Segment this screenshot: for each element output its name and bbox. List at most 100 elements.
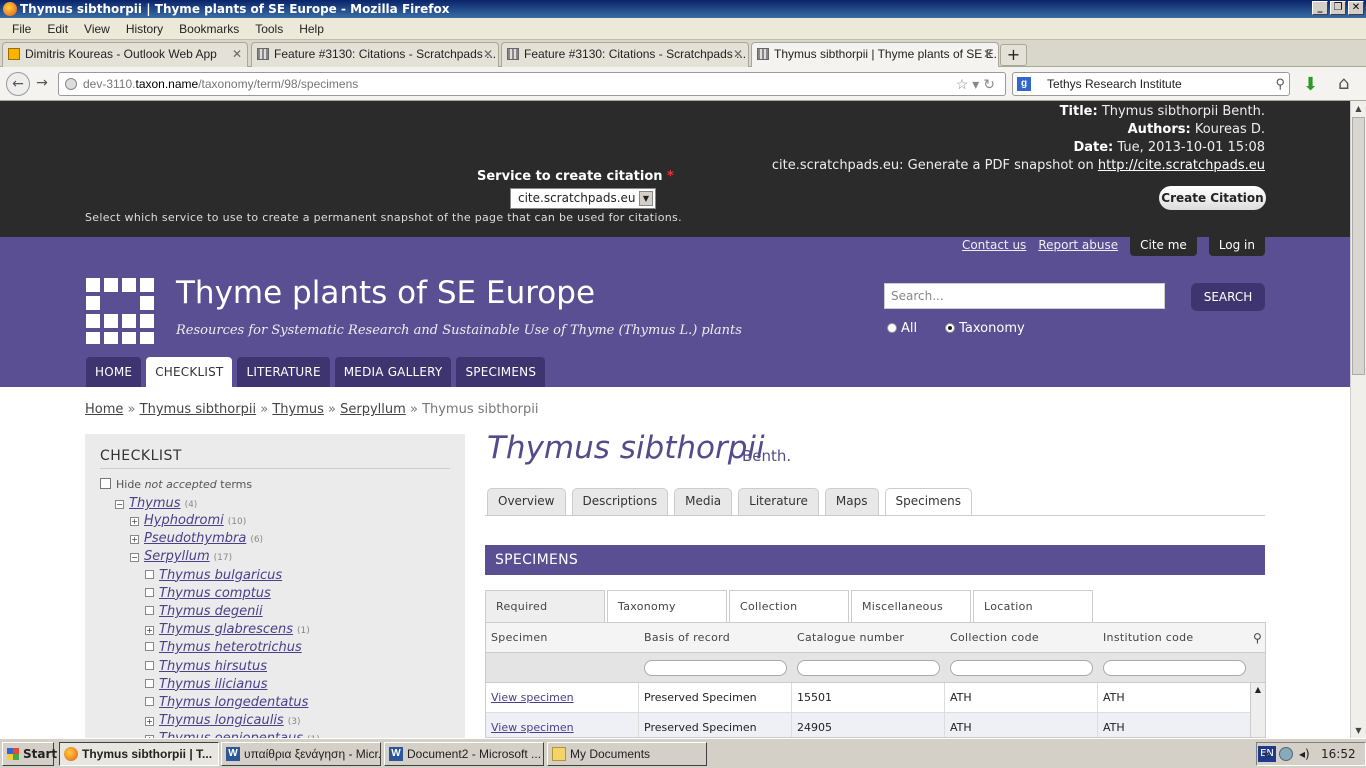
tree-item[interactable]: + Pseudothymbra (6) (130, 531, 263, 546)
network-icon[interactable] (1279, 747, 1293, 761)
tab-maps[interactable]: Maps (824, 488, 879, 515)
collapse-icon[interactable]: − (115, 500, 124, 509)
tab-outlook[interactable]: Dimitris Koureas - Outlook Web App ✕ (2, 42, 248, 67)
scroll-down-icon[interactable]: ▼ (1351, 723, 1366, 738)
breadcrumb-home[interactable]: Home (85, 402, 123, 417)
close-tab-icon[interactable]: ✕ (232, 43, 242, 66)
tree-item[interactable]: + Thymus glabrescens (1) (145, 622, 310, 637)
col-collection-code[interactable]: Collection code (945, 623, 1095, 653)
create-citation-button[interactable]: Create Citation (1159, 186, 1266, 210)
minimize-button[interactable]: _ (1312, 1, 1328, 15)
tab-literature[interactable]: Literature (738, 488, 819, 515)
menu-view[interactable]: View (76, 22, 118, 36)
dropdown-arrow-icon[interactable]: ▼ (639, 191, 653, 206)
tree-item-link[interactable]: Thymus longicaulis (159, 713, 284, 728)
task-word-1[interactable]: W υπαίθρια ξενάγηση - Micr... (221, 742, 381, 766)
nav-specimens[interactable]: SPECIMENS (456, 357, 546, 387)
contact-us-link[interactable]: Contact us (962, 238, 1026, 252)
clock[interactable]: 16:52 (1321, 743, 1356, 765)
tree-item-link[interactable]: Serpyllum (144, 549, 210, 564)
site-search-button[interactable]: SEARCH (1191, 283, 1265, 311)
bookmark-star-icon[interactable]: ☆▾↻ (956, 73, 999, 95)
restore-button[interactable]: ❐ (1330, 1, 1346, 15)
log-in-button[interactable]: Log in (1208, 234, 1265, 256)
tree-item[interactable]: +Thymus oeniopentaus(1) (145, 731, 320, 738)
tree-item-link[interactable]: Thymus glabrescens (159, 622, 293, 637)
tab-descriptions[interactable]: Descriptions (571, 488, 669, 515)
grid-scrollbar[interactable]: ▲ (1250, 683, 1265, 737)
tab-feature-2[interactable]: Feature #3130: Citations - Scratchpads .… (501, 42, 749, 67)
close-tab-icon[interactable]: ✕ (983, 43, 993, 66)
subtab-collection[interactable]: Collection (729, 590, 849, 622)
breadcrumb-thymus[interactable]: Thymus (272, 402, 324, 417)
page-scrollbar[interactable]: ▲ ▼ (1350, 101, 1366, 738)
close-tab-icon[interactable]: ✕ (733, 43, 743, 66)
tree-item-link[interactable]: Hyphodromi (144, 513, 224, 528)
checkbox-icon[interactable] (100, 478, 111, 489)
site-name[interactable]: Thyme plants of SE Europe (176, 275, 595, 311)
tab-overview[interactable]: Overview (487, 488, 566, 515)
tree-item-link[interactable]: Thymus comptus (159, 586, 271, 601)
menu-bookmarks[interactable]: Bookmarks (171, 22, 247, 36)
filter-collection-input[interactable] (950, 660, 1093, 676)
nav-literature[interactable]: LITERATURE (237, 357, 330, 387)
tree-item-link[interactable]: Thymus (129, 496, 181, 511)
radio-taxonomy[interactable]: Taxonomy (945, 321, 1025, 336)
menu-file[interactable]: File (4, 22, 39, 36)
nav-checklist[interactable]: CHECKLIST (146, 357, 233, 387)
nav-home[interactable]: HOME (86, 357, 142, 387)
breadcrumb-thymus-sibthorpii[interactable]: Thymus sibthorpii (140, 402, 256, 417)
column-search-icon[interactable]: ⚲ (1248, 623, 1265, 653)
tree-item-link[interactable]: Pseudothymbra (144, 531, 246, 546)
expand-icon[interactable]: + (130, 535, 139, 545)
web-search-box[interactable]: g Tethys Research Institute ⚲ (1012, 72, 1290, 96)
expand-icon[interactable]: + (145, 717, 154, 727)
volume-icon[interactable]: ◂) (1299, 743, 1310, 765)
forward-button[interactable]: → (32, 72, 52, 96)
filter-basis-input[interactable] (644, 660, 787, 676)
tray-expand-icon[interactable]: « (1263, 743, 1270, 765)
url-bar[interactable]: dev-3110.taxon.name/taxonomy/term/98/spe… (58, 72, 1006, 96)
tree-item[interactable]: + Hyphodromi (10) (130, 513, 246, 528)
tree-item[interactable]: Thymus ilicianus (145, 677, 272, 692)
tree-item-link[interactable]: Thymus heterotrichus (159, 640, 302, 655)
close-window-button[interactable]: ✕ (1348, 1, 1364, 15)
tree-item[interactable]: Thymus comptus (145, 586, 275, 601)
tab-specimens[interactable]: Specimens (884, 488, 972, 516)
expand-icon[interactable]: + (130, 517, 139, 526)
new-tab-button[interactable]: + (1000, 44, 1027, 66)
tree-item-link[interactable]: Thymus ilicianus (159, 677, 268, 692)
service-select[interactable]: cite.scratchpads.eu ▼ (510, 188, 656, 209)
tab-media[interactable]: Media (674, 488, 733, 515)
collapse-icon[interactable]: − (130, 553, 139, 563)
tree-item[interactable]: − Thymus (4) (115, 496, 197, 511)
col-basis-of-record[interactable]: Basis of record (639, 623, 789, 653)
citation-service-link[interactable]: http://cite.scratchpads.eu (1098, 158, 1265, 173)
expand-icon[interactable]: + (145, 626, 154, 636)
menu-tools[interactable]: Tools (247, 22, 291, 36)
tree-item-link[interactable]: Thymus longedentatus (159, 695, 308, 710)
tree-item[interactable]: + Thymus longicaulis (3) (145, 713, 300, 728)
scrollbar-thumb[interactable] (1352, 117, 1365, 375)
col-specimen[interactable]: Specimen (486, 623, 636, 653)
tree-item-link[interactable]: Thymus oeniopentaus (159, 731, 303, 738)
search-icon[interactable]: ⚲ (1275, 73, 1285, 95)
subtab-location[interactable]: Location (973, 590, 1093, 622)
filter-institution-input[interactable] (1103, 660, 1246, 676)
task-firefox[interactable]: Thymus sibthorpii | T... (59, 742, 219, 766)
nav-media-gallery[interactable]: MEDIA GALLERY (334, 357, 452, 387)
report-abuse-link[interactable]: Report abuse (1038, 238, 1118, 252)
site-search-input[interactable]: Search... (884, 283, 1165, 309)
tree-item[interactable]: Thymus longedentatus (145, 695, 312, 710)
col-catalogue-number[interactable]: Catalogue number (792, 623, 942, 653)
menu-edit[interactable]: Edit (39, 22, 76, 36)
subtab-taxonomy[interactable]: Taxonomy (607, 590, 727, 622)
tree-item[interactable]: Thymus heterotrichus (145, 640, 306, 655)
view-specimen-link[interactable]: View specimen (491, 721, 574, 734)
tree-item[interactable]: − Serpyllum (17) (130, 549, 232, 564)
tree-item-link[interactable]: Thymus degenii (159, 604, 263, 619)
close-tab-icon[interactable]: ✕ (483, 43, 493, 66)
tab-feature-1[interactable]: Feature #3130: Citations - Scratchpads .… (251, 42, 499, 67)
download-icon[interactable]: ⬇ (1303, 74, 1318, 95)
subtab-miscellaneous[interactable]: Miscellaneous (851, 590, 971, 622)
